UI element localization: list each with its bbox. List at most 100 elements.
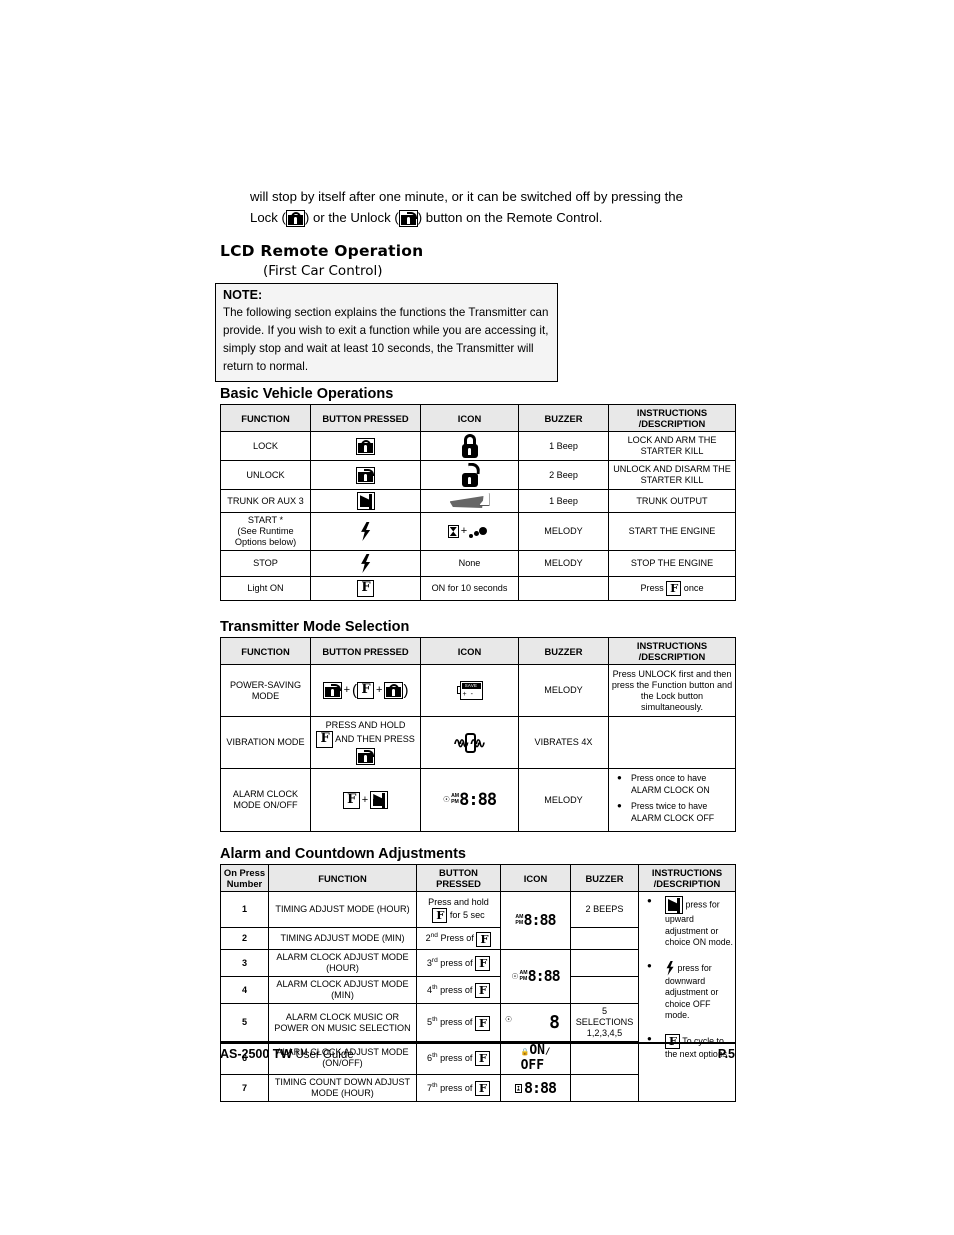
table2-row2-button-pre: PRESS AND HOLD xyxy=(325,720,406,730)
table2-row1-instructions: Press UNLOCK first and then press the Fu… xyxy=(608,664,736,717)
trunk-button-icon xyxy=(370,791,389,809)
table2-header-row: FUNCTION BUTTON PRESSED ICON BUZZER INST… xyxy=(220,637,736,665)
table3-row7-button-mid: press of xyxy=(440,1082,473,1093)
table3-header-instructions: INSTRUCTIONS/DESCRIPTION xyxy=(638,864,736,892)
table2-row2-button-line: F AND THEN PRESS xyxy=(313,731,418,748)
transmitter-mode-selection-table: FUNCTION BUTTON PRESSED ICON BUZZER INST… xyxy=(220,637,736,832)
lock-button-icon xyxy=(384,682,404,699)
table1-row3-instructions: TRUNK OUTPUT xyxy=(608,489,736,513)
table3-row5-num: 5 xyxy=(220,1003,269,1042)
table-row: UNLOCK 2 Beep UNLOCK AND DISARM THE STAR… xyxy=(220,460,736,490)
bell-icon: ☉ xyxy=(442,795,451,804)
unlock-button-icon xyxy=(356,748,375,765)
save-word-label: SAVE xyxy=(461,682,481,689)
table1-row1-buzzer: 1 Beep xyxy=(518,431,609,461)
table1-row6-instructions: Press F once xyxy=(608,576,736,601)
table2-header-buzzer: BUZZER xyxy=(518,637,609,665)
note-box: NOTE: The following section explains the… xyxy=(215,283,558,382)
table2-row2-icon: ∿ ∿ ∿ ∿ xyxy=(420,716,519,769)
table2-header-instructions: INSTRUCTIONS /DESCRIPTION xyxy=(608,637,736,665)
table2-title: Transmitter Mode Selection xyxy=(220,619,410,635)
vibration-icon: ∿ ∿ ∿ ∿ xyxy=(452,732,487,753)
plus-sign: + xyxy=(376,684,383,696)
table1-row3-button xyxy=(310,489,421,513)
table2-row1-function: POWER-SAVING MODE xyxy=(220,664,311,717)
table1-row2-function: UNLOCK xyxy=(220,460,311,490)
table3-row5-button-mid: press of xyxy=(440,1017,473,1028)
lock-button-icon xyxy=(356,437,375,455)
function-f-button-icon: F xyxy=(474,1015,490,1031)
section-title: LCD Remote Operation xyxy=(220,242,424,260)
unlock-button-icon xyxy=(398,210,418,228)
ampm-labels: AM PM xyxy=(519,969,528,982)
table2-header-button: BUTTON PRESSED xyxy=(310,637,421,665)
table1-row4-buzzer: MELODY xyxy=(518,512,609,551)
padlock-open-icon xyxy=(460,462,480,487)
intro-end-label: ) button on the Remote Control. xyxy=(417,210,603,225)
function-f-button-icon: F xyxy=(475,956,491,972)
table1-header-instructions: INSTRUCTIONS /DESCRIPTION xyxy=(608,404,736,432)
table-row: TRUNK OR AUX 3 1 Beep TRUNK OUTPUT xyxy=(220,489,736,513)
table1-row6-buzzer xyxy=(518,576,609,601)
table1-row2-buzzer: 2 Beep xyxy=(518,460,609,490)
table1-row4-button xyxy=(310,512,421,551)
table3-row1-button: Press and hold F for 5 sec xyxy=(416,891,501,928)
table2-row3-function-l1: ALARM CLOCK xyxy=(232,789,299,799)
list-item: press for downward adjustment or choice … xyxy=(643,960,733,1022)
table1-row5-buzzer: MELODY xyxy=(518,550,609,577)
table-row: ALARM CLOCK MODE ON/OFF F + ☉AM PM8:88 MEL… xyxy=(220,768,736,832)
lock-button-icon xyxy=(285,210,305,228)
table-row: LOCK 1 Beep LOCK AND ARM THE STARTER KIL… xyxy=(220,431,736,461)
ordinal-suffix: th xyxy=(432,1081,438,1089)
section-subtitle: (First Car Control) xyxy=(263,263,383,279)
table3-header-icon: ICON xyxy=(500,864,571,892)
page-footer: AS-2500 TW User Guide P.5 xyxy=(220,1042,735,1061)
table-row: STOP None MELODY STOP THE ENGINE xyxy=(220,550,736,577)
table3-row1-buzzer: 2 BEEPS xyxy=(570,891,639,928)
table3-instructions-cell: press for upward adjustment or choice ON… xyxy=(638,891,736,1102)
table3-title: Alarm and Countdown Adjustments xyxy=(220,846,466,862)
table3-row5-button: 5th press of F xyxy=(416,1003,501,1042)
table1-header-row: FUNCTION BUTTON PRESSED ICON BUZZER INST… xyxy=(220,404,736,432)
table3-row2-buzzer xyxy=(570,927,639,950)
table3-row5-function: ALARM CLOCK MUSIC OR POWER ON MUSIC SELEC… xyxy=(268,1003,417,1042)
table1-row3-icon xyxy=(420,489,519,513)
function-f-button-icon: F xyxy=(316,731,334,748)
table1-row3-buzzer: 1 Beep xyxy=(518,489,609,513)
table1-title: Basic Vehicle Operations xyxy=(220,386,394,402)
table1-header-function: FUNCTION xyxy=(220,404,311,432)
table3-row7-button: 7th press of F xyxy=(416,1074,501,1102)
table3-header-function: FUNCTION xyxy=(268,864,417,892)
table2-header-function: FUNCTION xyxy=(220,637,311,665)
table2-row3-function: ALARM CLOCK MODE ON/OFF xyxy=(220,768,311,832)
table3-row7-buzzer xyxy=(570,1074,639,1102)
padlock-closed-icon xyxy=(460,434,480,458)
ordinal-suffix: th xyxy=(432,1016,438,1024)
table-row: POWER-SAVING MODE +(F +) SAVE +- MELODY P… xyxy=(220,664,736,717)
bell-icon: ☉ xyxy=(505,1014,513,1024)
table2-row1-button: +(F +) xyxy=(310,664,421,717)
trunk-open-icon xyxy=(449,492,490,510)
table1-row2-instructions: UNLOCK AND DISARM THE STARTER KILL xyxy=(608,460,736,490)
table1-row4-function-l2: (See Runtime xyxy=(237,526,294,536)
footer-page-number: P.5 xyxy=(717,1047,735,1061)
lcd-time-digits: 8:88 xyxy=(459,789,497,810)
table1-row5-function: STOP xyxy=(220,550,311,577)
hourglass-icon xyxy=(447,525,459,538)
table3-row3-num: 3 xyxy=(220,949,269,977)
table1-row5-icon: None xyxy=(420,550,519,577)
table3-row2-function: TIMING ADJUST MODE (MIN) xyxy=(268,927,417,950)
table1-row5-instructions: STOP THE ENGINE xyxy=(608,550,736,577)
table1-row4-function-l3: Options below) xyxy=(234,537,297,547)
function-f-button-icon: F xyxy=(474,983,490,999)
table3-header-on-press-number: On Press Number xyxy=(220,864,269,892)
table1-row1-icon xyxy=(420,431,519,461)
function-f-button-icon: F xyxy=(474,1081,490,1097)
bell-icon: ☉ xyxy=(511,971,519,981)
table3-bullet-list: press for upward adjustment or choice ON… xyxy=(641,895,733,1060)
table3-row1-num: 1 xyxy=(220,891,269,928)
plus-sign: + xyxy=(361,793,369,806)
close-paren: ) xyxy=(403,682,409,699)
table2-row2-button: PRESS AND HOLD F AND THEN PRESS xyxy=(310,716,421,769)
table1-row6-icon: ON for 10 seconds xyxy=(420,576,519,601)
